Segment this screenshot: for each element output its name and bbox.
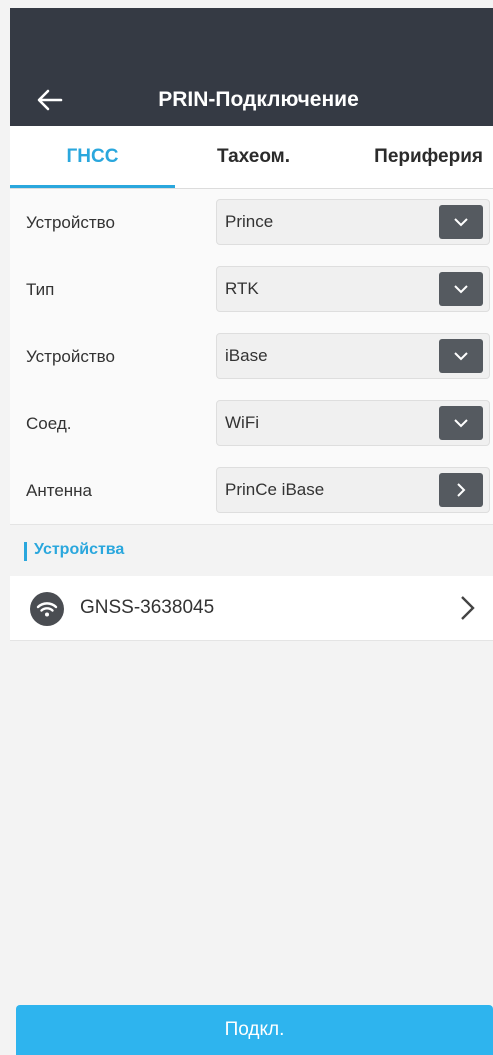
section-title: Устройства xyxy=(34,541,125,558)
settings-label: Устройство xyxy=(26,347,115,366)
tab-bar: ГНСС Тахеом. Периферия xyxy=(10,126,493,189)
connect-button[interactable]: Подкл. xyxy=(16,1005,493,1055)
settings-row-antenna: Антенна PrinCe iBase xyxy=(10,457,493,525)
settings-row-device: Устройство Prince xyxy=(10,189,493,257)
device-name: GNSS-3638045 xyxy=(80,597,215,618)
settings-label: Соед. xyxy=(26,414,72,433)
connection-dropdown[interactable]: WiFi xyxy=(216,400,490,446)
tab-gnss[interactable]: ГНСС xyxy=(10,126,175,188)
settings-label: Тип xyxy=(26,280,55,299)
app-bar: PRIN-Подключение xyxy=(10,8,493,126)
dropdown-value: RTK xyxy=(225,279,259,298)
chevron-down-icon xyxy=(454,419,468,428)
navigate-button[interactable] xyxy=(439,473,483,507)
settings-row-type: Тип RTK xyxy=(10,256,493,324)
settings-row-connection: Соед. WiFi xyxy=(10,390,493,458)
type-dropdown[interactable]: RTK xyxy=(216,266,490,312)
tab-peripherals[interactable]: Периферия xyxy=(332,126,493,188)
device-list-item[interactable]: GNSS-3638045 xyxy=(10,576,493,641)
dropdown-button[interactable] xyxy=(439,272,483,306)
chevron-down-icon xyxy=(454,218,468,227)
devices-section-header: Устройства xyxy=(10,526,493,576)
settings-row-device-model: Устройство iBase xyxy=(10,323,493,391)
antenna-selector[interactable]: PrinCe iBase xyxy=(216,467,490,513)
device-dropdown[interactable]: Prince xyxy=(216,199,490,245)
dropdown-button[interactable] xyxy=(439,406,483,440)
selector-value: PrinCe iBase xyxy=(225,480,325,499)
dropdown-button[interactable] xyxy=(439,205,483,239)
dropdown-button[interactable] xyxy=(439,339,483,373)
dropdown-value: iBase xyxy=(225,346,268,365)
section-accent-bar xyxy=(24,542,27,561)
dropdown-value: WiFi xyxy=(225,413,259,432)
settings-label: Антенна xyxy=(26,481,93,500)
tab-total-station[interactable]: Тахеом. xyxy=(175,126,332,188)
chevron-down-icon xyxy=(454,352,468,361)
chevron-right-icon xyxy=(457,483,466,497)
device-model-dropdown[interactable]: iBase xyxy=(216,333,490,379)
chevron-right-icon xyxy=(461,596,475,620)
wifi-icon xyxy=(30,592,64,626)
page-title: PRIN-Подключение xyxy=(158,88,359,111)
chevron-down-icon xyxy=(454,285,468,294)
dropdown-value: Prince xyxy=(225,212,274,231)
settings-label: Устройство xyxy=(26,213,115,232)
